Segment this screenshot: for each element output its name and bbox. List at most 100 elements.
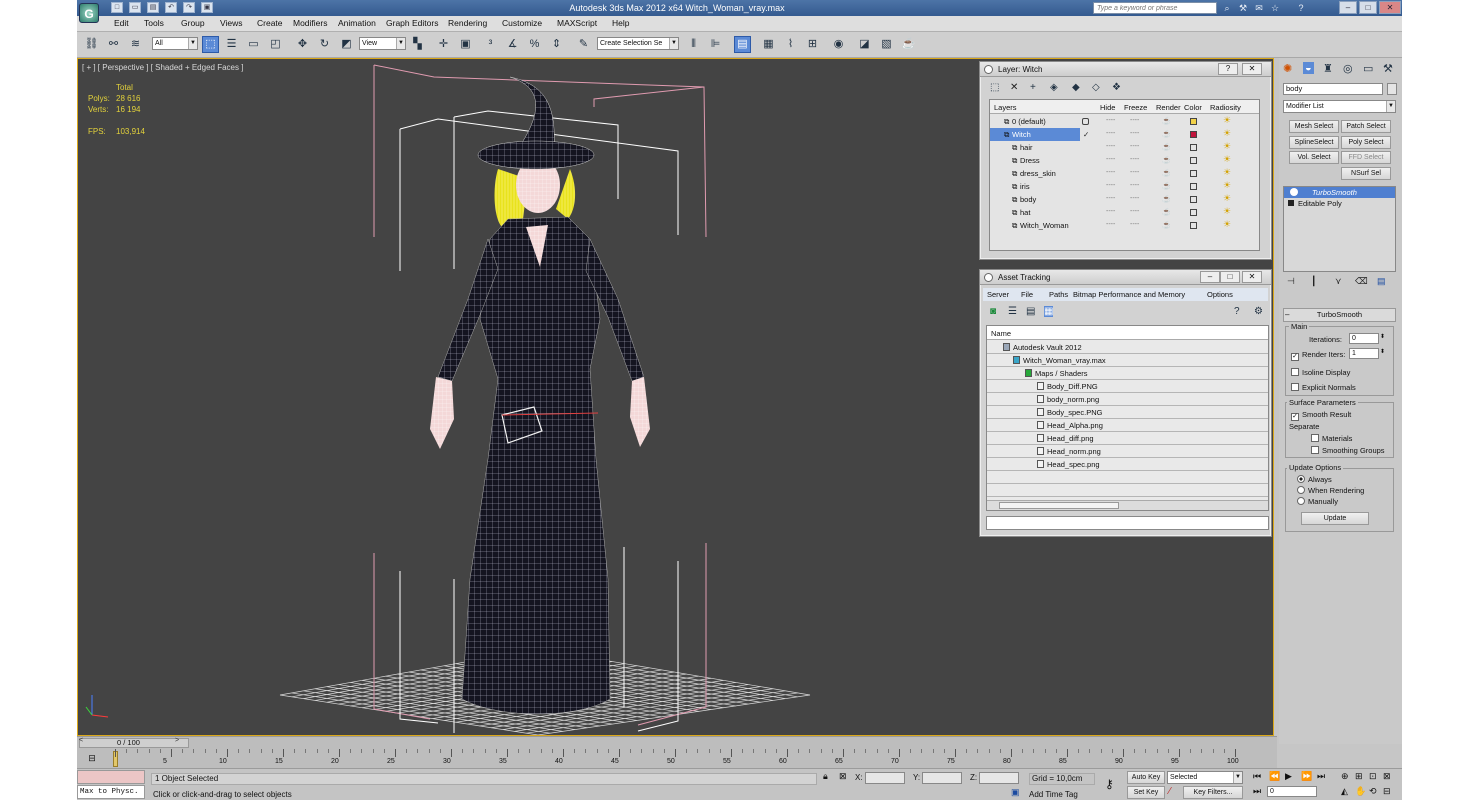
layer-column-render[interactable]: Render: [1156, 103, 1181, 112]
minimize-button[interactable]: –: [1339, 1, 1357, 14]
unlink-icon[interactable]: ⚯: [105, 36, 122, 53]
render-toggle-icon[interactable]: ☕: [1162, 221, 1171, 229]
render-toggle-icon[interactable]: ☕: [1162, 130, 1171, 138]
field-of-view-icon[interactable]: ◭: [1341, 786, 1348, 797]
asset-row[interactable]: body_norm.png: [987, 393, 1268, 406]
angle-snap-icon[interactable]: ∡: [504, 36, 521, 53]
align-icon[interactable]: ⊫: [707, 36, 724, 53]
radiosity-icon[interactable]: ☀: [1222, 154, 1232, 165]
hide-toggle[interactable]: ----: [1106, 195, 1115, 202]
list-view-icon[interactable]: ☰: [1008, 306, 1017, 317]
asset-row[interactable]: Body_Diff.PNG: [987, 380, 1268, 393]
radiosity-icon[interactable]: ☀: [1222, 219, 1232, 230]
communication-icon[interactable]: ✉: [1253, 2, 1265, 14]
poly-select-button[interactable]: Poly Select: [1341, 136, 1391, 149]
asset-horizontal-scrollbar[interactable]: [987, 500, 1268, 510]
absolute-mode-icon[interactable]: ⊠: [839, 771, 847, 782]
hide-all-icon[interactable]: ◇: [1092, 82, 1100, 93]
hide-toggle[interactable]: ----: [1106, 221, 1115, 228]
key-mode-toggle-icon[interactable]: ⏭: [1253, 786, 1261, 797]
subscription-icon[interactable]: ⚒: [1237, 2, 1249, 14]
frame-counter[interactable]: 0 / 100: [117, 738, 140, 747]
when-rendering-radio[interactable]: When Rendering: [1297, 486, 1364, 495]
always-radio[interactable]: Always: [1297, 475, 1332, 484]
freeze-all-icon[interactable]: ❖: [1112, 82, 1121, 93]
layer-row[interactable]: Dress ⧉ ---- ---- ☕ ☀: [990, 154, 1260, 167]
asset-name-column-header[interactable]: Name: [987, 326, 1268, 340]
configure-sets-icon[interactable]: ▤: [1377, 276, 1386, 287]
quick-access-button[interactable]: □: [111, 2, 123, 13]
quick-access-button[interactable]: ↷: [183, 2, 195, 13]
stack-item-turbosmooth[interactable]: TurboSmooth: [1284, 187, 1395, 198]
render-toggle-icon[interactable]: ☕: [1162, 208, 1171, 216]
spline-select-button[interactable]: SplineSelect: [1289, 136, 1339, 149]
layer-color-swatch[interactable]: [1190, 144, 1197, 151]
lightbulb-icon[interactable]: [1290, 188, 1298, 196]
material-editor-icon[interactable]: ◉: [830, 36, 847, 53]
set-key-icon[interactable]: ⚷: [1105, 777, 1114, 791]
layer-column-freeze[interactable]: Freeze: [1124, 103, 1147, 112]
add-time-tag[interactable]: Add Time Tag: [1029, 790, 1078, 799]
layer-color-swatch[interactable]: [1190, 209, 1197, 216]
layer-row[interactable]: Witch ⧉ ---- ---- ☕ ☀ ✓: [990, 128, 1231, 141]
stack-item-editable-poly[interactable]: Editable Poly: [1284, 198, 1395, 209]
go-to-start-icon[interactable]: ⏮: [1253, 771, 1261, 782]
layer-color-swatch[interactable]: [1190, 170, 1197, 177]
menu-group[interactable]: Group: [181, 18, 205, 28]
play-icon[interactable]: ▶: [1285, 771, 1292, 782]
radiosity-icon[interactable]: ☀: [1222, 128, 1232, 139]
asset-row[interactable]: Maps / Shaders: [987, 367, 1268, 380]
motion-tab-icon[interactable]: ◎: [1343, 62, 1353, 75]
layer-color-swatch[interactable]: [1190, 118, 1197, 125]
keyboard-shortcut-icon[interactable]: ▣: [457, 36, 474, 53]
application-logo-icon[interactable]: G: [79, 3, 99, 23]
menu-views[interactable]: Views: [220, 18, 243, 28]
search-input[interactable]: [1093, 2, 1217, 14]
patch-select-button[interactable]: Patch Select: [1341, 120, 1391, 133]
freeze-toggle[interactable]: ----: [1130, 195, 1139, 202]
key-mode-dropdown[interactable]: Selected ▼: [1167, 771, 1243, 784]
favorites-icon[interactable]: ☆: [1269, 2, 1281, 14]
layer-row[interactable]: body ⧉ ---- ---- ☕ ☀: [990, 193, 1260, 206]
mirror-icon[interactable]: ⫴: [685, 36, 702, 53]
asset-menu-bitmap[interactable]: Bitmap Performance and Memory: [1073, 290, 1185, 299]
quick-access-button[interactable]: ▣: [201, 2, 213, 13]
layer-row[interactable]: 0 (default) ⧉ ---- ---- ☕ ☀: [990, 115, 1260, 128]
select-in-layer-icon[interactable]: ◈: [1050, 82, 1058, 93]
asset-row[interactable]: Witch_Woman_vray.max: [987, 354, 1268, 367]
asset-panel-maximize-button[interactable]: □: [1220, 271, 1240, 283]
asset-menu-options[interactable]: Options: [1207, 290, 1233, 299]
current-layer-icon[interactable]: [1082, 118, 1089, 125]
asset-row[interactable]: Head_spec.png: [987, 458, 1268, 471]
hide-toggle[interactable]: ----: [1106, 143, 1115, 150]
radiosity-icon[interactable]: ☀: [1222, 141, 1232, 152]
asset-panel-minimize-button[interactable]: –: [1200, 271, 1220, 283]
render-toggle-icon[interactable]: ☕: [1162, 195, 1171, 203]
rendered-frame-window-icon[interactable]: ▧: [878, 36, 895, 53]
layer-color-swatch[interactable]: [1190, 157, 1197, 164]
utilities-tab-icon[interactable]: ⚒: [1383, 62, 1393, 75]
layer-row[interactable]: hair ⧉ ---- ---- ☕ ☀: [990, 141, 1260, 154]
auto-key-button[interactable]: Auto Key: [1127, 771, 1165, 784]
freeze-toggle[interactable]: ----: [1130, 182, 1139, 189]
asset-menu-paths[interactable]: Paths: [1049, 290, 1068, 299]
freeze-toggle[interactable]: ----: [1130, 156, 1139, 163]
radiosity-icon[interactable]: ☀: [1222, 115, 1232, 126]
menu-customize[interactable]: Customize: [502, 18, 542, 28]
materials-checkbox[interactable]: Materials: [1311, 434, 1352, 443]
layer-color-swatch[interactable]: [1190, 222, 1197, 229]
ffd-select-button[interactable]: FFD Select: [1341, 151, 1391, 164]
zoom-all-icon[interactable]: ⊞: [1355, 771, 1363, 782]
named-selection-dropdown[interactable]: Create Selection Se ▼: [597, 37, 679, 50]
maximize-viewport-icon[interactable]: ⊟: [1383, 786, 1391, 797]
select-object-icon[interactable]: ⬚: [202, 36, 219, 53]
asset-row[interactable]: Head_Alpha.png: [987, 419, 1268, 432]
maxscript-listener-white[interactable]: Max to Physc.: [77, 785, 145, 799]
maxscript-listener-pink[interactable]: [77, 770, 145, 784]
quick-access-button[interactable]: ▤: [147, 2, 159, 13]
thumbnail-icon[interactable]: ▤: [1026, 306, 1035, 317]
select-and-scale-icon[interactable]: ◩: [338, 36, 355, 53]
radiosity-icon[interactable]: ☀: [1222, 193, 1232, 204]
isoline-display-checkbox[interactable]: Isoline Display: [1291, 368, 1350, 377]
schematic-view-icon[interactable]: ⊞: [804, 36, 821, 53]
